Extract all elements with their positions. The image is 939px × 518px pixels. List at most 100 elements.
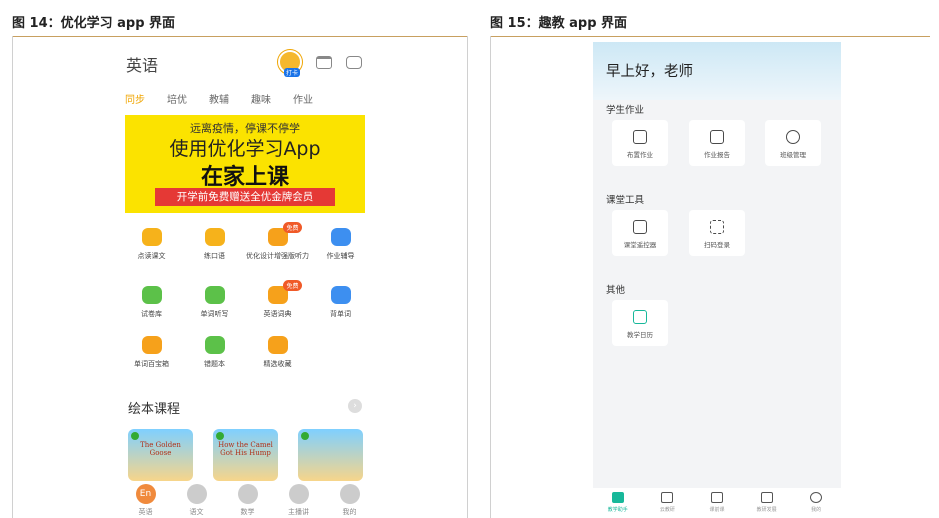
feature-item[interactable]: 练口语 xyxy=(183,228,246,261)
crown-icon[interactable] xyxy=(316,56,332,69)
card-label: 教学日历 xyxy=(627,331,653,339)
scan-login-card[interactable]: 扫码登录 xyxy=(689,210,745,256)
chart-icon xyxy=(760,492,773,503)
nav-broadcast[interactable]: 主播讲 xyxy=(273,482,324,518)
divider xyxy=(467,36,468,518)
nav-chinese[interactable]: 语文 xyxy=(171,482,222,518)
profile-icon xyxy=(339,484,360,504)
subject-tabs: 同步 培优 教辅 趣味 作业 xyxy=(125,91,313,106)
book-card[interactable]: The Golden Goose xyxy=(128,429,193,481)
feature-item[interactable]: 背单词 xyxy=(309,286,372,319)
nav-preclass[interactable]: 课前课 xyxy=(692,488,742,518)
report-icon xyxy=(710,130,724,144)
dictionary-icon: 免费 xyxy=(267,280,302,304)
bottom-nav: 教学助手 云教研 课前课 教研发展 我的 xyxy=(593,488,841,518)
figure-14-title: 图 14：优化学习 app 界面 xyxy=(12,16,176,31)
section-title: 其他 xyxy=(606,285,626,296)
nav-label: 我的 xyxy=(811,507,822,513)
feature-label: 试卷库 xyxy=(141,310,162,318)
banner-line: 使用优化学习App xyxy=(169,138,321,160)
card-label: 扫码登录 xyxy=(704,241,730,249)
toolbox-icon xyxy=(141,336,162,354)
card-label: 布置作业 xyxy=(627,151,653,159)
nav-me[interactable]: 我的 xyxy=(324,482,375,518)
bookmark-icon xyxy=(131,432,139,440)
nav-development[interactable]: 教研发展 xyxy=(742,488,792,518)
homework-icon xyxy=(330,228,351,246)
checkin-mascot-icon[interactable]: 打卡 xyxy=(278,50,302,77)
nav-math[interactable]: 数学 xyxy=(222,482,273,518)
feature-item[interactable]: 免费 优化设计增强版听力 xyxy=(246,222,309,261)
users-icon xyxy=(786,130,800,144)
tab-homework[interactable]: 作业 xyxy=(293,91,313,106)
feature-label: 单词听写 xyxy=(200,310,229,318)
list-icon xyxy=(710,492,723,503)
homework-report-card[interactable]: 作业报告 xyxy=(689,120,745,166)
teaching-calendar-card[interactable]: 教学日历 xyxy=(612,300,668,346)
promo-banner[interactable]: 远离疫情，停课不停学 使用优化学习App 在家上课 开学前免费赠送全优金牌会员 xyxy=(125,115,365,213)
mascot-badge: 打卡 xyxy=(284,68,300,77)
book-card[interactable]: How the Camel Got His Hump xyxy=(213,429,278,481)
assign-homework-card[interactable]: 布置作业 xyxy=(612,120,668,166)
classroom-remote-card[interactable]: 课堂遥控器 xyxy=(612,210,668,256)
book-title: How the Camel Got His Hump xyxy=(218,441,273,457)
english-icon: En xyxy=(135,484,156,504)
feature-label: 练口语 xyxy=(204,252,225,260)
star-icon xyxy=(267,336,288,354)
nav-teaching-assistant[interactable]: 教学助手 xyxy=(593,488,643,518)
class-management-card[interactable]: 班级管理 xyxy=(765,120,821,166)
divider xyxy=(12,36,468,37)
feature-item[interactable]: 点读课文 xyxy=(120,228,183,261)
tab-fun[interactable]: 趣味 xyxy=(251,91,271,106)
nav-label: 主播讲 xyxy=(288,508,309,516)
feature-item[interactable]: 试卷库 xyxy=(120,286,183,319)
free-badge: 免费 xyxy=(283,280,302,291)
book-icon xyxy=(141,228,162,246)
calendar-icon xyxy=(633,310,647,324)
chevron-right-icon[interactable]: › xyxy=(348,399,362,413)
banner-offer: 开学前免费赠送全优金牌会员 xyxy=(155,188,335,206)
feature-item[interactable]: 单词听写 xyxy=(183,286,246,319)
nav-english[interactable]: En 英语 xyxy=(120,482,171,518)
feature-label: 作业辅导 xyxy=(326,252,355,260)
assistant-icon xyxy=(611,492,624,503)
feature-label: 英语词典 xyxy=(263,310,292,318)
card-label: 作业报告 xyxy=(704,151,730,159)
feature-item[interactable]: 单词百宝箱 xyxy=(120,336,183,369)
card-label: 课堂遥控器 xyxy=(623,241,657,249)
qr-code-icon xyxy=(710,220,724,234)
feature-item[interactable]: 作业辅导 xyxy=(309,228,372,261)
math-icon xyxy=(237,484,258,504)
book-card[interactable] xyxy=(298,429,363,481)
cloud-icon xyxy=(661,492,674,503)
word-icon xyxy=(330,286,351,304)
tab-tutoring[interactable]: 教辅 xyxy=(209,91,229,106)
nav-me[interactable]: 我的 xyxy=(791,488,841,518)
nav-cloud-research[interactable]: 云教研 xyxy=(643,488,693,518)
section-title: 学生作业 xyxy=(606,105,645,116)
nav-label: 语文 xyxy=(189,508,204,516)
section-title: 绘本课程 xyxy=(128,402,181,417)
feature-label: 背单词 xyxy=(330,310,351,318)
feature-item[interactable]: 精选收藏 xyxy=(246,336,309,369)
tab-advanced[interactable]: 培优 xyxy=(167,91,187,106)
banner-headline: 在家上课 xyxy=(200,165,289,190)
feature-row: 试卷库 单词听写 免费 英语词典 背单词 xyxy=(120,280,375,319)
remote-icon xyxy=(633,220,647,234)
feature-item[interactable]: 免费英语词典 xyxy=(246,280,309,319)
figure-15-title: 图 15：趣教 app 界面 xyxy=(490,16,628,31)
feature-item[interactable]: 错题本 xyxy=(183,336,246,369)
page-title: 英语 xyxy=(126,56,159,75)
assign-homework-icon xyxy=(633,130,647,144)
feature-label: 错题本 xyxy=(204,360,225,368)
camera-icon[interactable] xyxy=(346,56,362,69)
tab-sync[interactable]: 同步 xyxy=(125,91,145,106)
divider xyxy=(490,36,491,518)
free-badge: 免费 xyxy=(283,222,302,233)
qujiao-app-screen: 早上好，老师 学生作业 布置作业 作业报告 班级管理 课堂工具 课堂遥控器 扫码… xyxy=(593,42,841,518)
bookmark-icon xyxy=(216,432,224,440)
feature-label: 精选收藏 xyxy=(263,360,292,368)
card-label: 班级管理 xyxy=(780,151,806,159)
mistake-book-icon xyxy=(204,336,225,354)
broadcast-icon xyxy=(288,484,309,504)
